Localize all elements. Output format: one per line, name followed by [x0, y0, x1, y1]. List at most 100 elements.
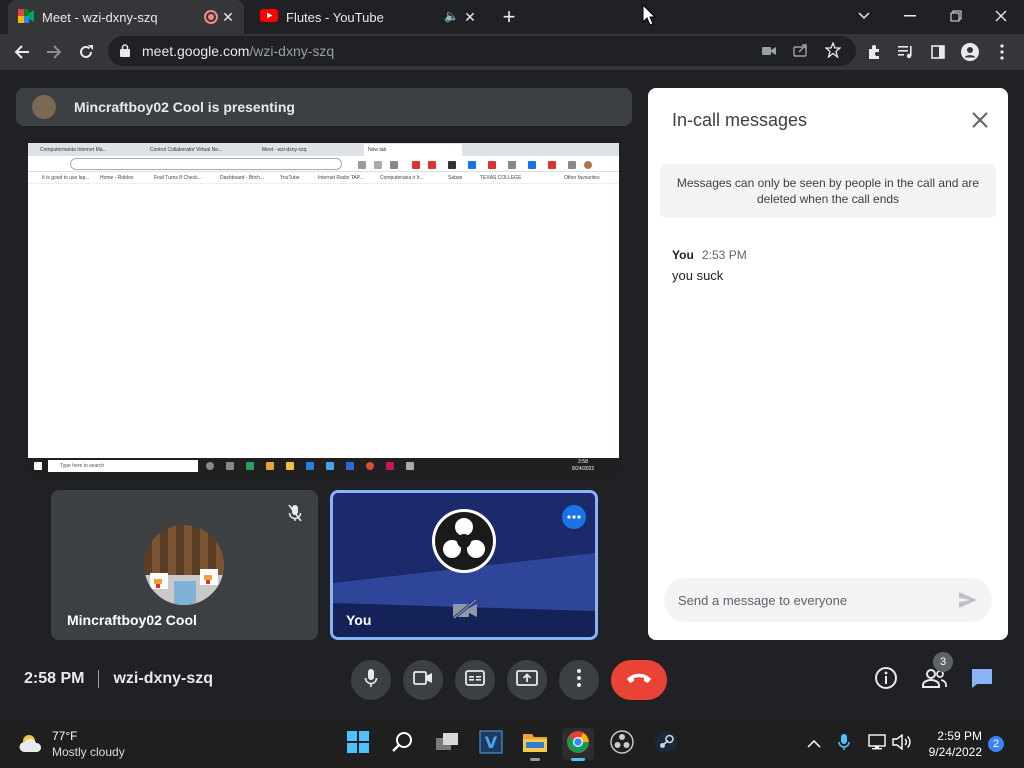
self-video-tile[interactable]: You [330, 490, 598, 640]
svg-text:V: V [485, 733, 498, 752]
taskbar-search-button[interactable] [387, 728, 419, 760]
presenting-banner: Mincraftboy02 Cool is presenting [16, 88, 632, 126]
running-indicator [530, 758, 540, 761]
start-button[interactable] [342, 728, 374, 760]
tab-youtube[interactable]: Flutes - YouTube 🔈 ✕ [250, 0, 486, 34]
volume-button[interactable] [890, 728, 914, 760]
video-camera-icon [413, 670, 433, 690]
divider [98, 670, 100, 688]
back-icon[interactable] [10, 40, 34, 64]
tab-meet[interactable]: Meet - wzi-dxny-szq ✕ [8, 0, 244, 34]
browser-menu-icon[interactable] [990, 40, 1014, 64]
captions-icon [465, 669, 485, 691]
people-count-badge: 3 [933, 652, 953, 672]
chat-icon [970, 666, 994, 695]
camera-button[interactable] [403, 660, 443, 700]
send-icon[interactable] [956, 588, 980, 612]
shared-ext-icon [412, 161, 420, 169]
info-icon [874, 666, 898, 695]
reload-icon[interactable] [74, 40, 98, 64]
mic-in-use-button[interactable] [832, 728, 856, 760]
speaker-icon [892, 733, 912, 755]
chat-panel: In-call messages Messages can only be se… [648, 88, 1008, 640]
network-button[interactable] [864, 728, 892, 760]
shared-task-icon [246, 462, 254, 470]
visual-studio-button[interactable]: V [475, 728, 507, 760]
shared-bookmark: Internet Radio TAP... [318, 175, 364, 181]
shared-bookmark: Other favourites [564, 175, 600, 181]
shared-windows-taskbar: Type here to search 2:58 9/24/2022 [28, 458, 619, 474]
address-bar[interactable]: meet.google.com/wzi-dxny-szq [108, 36, 856, 66]
chevron-up-icon [807, 735, 821, 753]
speaker-icon[interactable]: 🔈 [444, 9, 459, 23]
restore-icon[interactable] [944, 4, 968, 28]
shared-ext-icon [568, 161, 576, 169]
more-options-button[interactable] [559, 660, 599, 700]
shared-tab: Computermanta Internet Ma... [40, 147, 107, 153]
close-chat-icon[interactable] [968, 108, 992, 132]
taskbar-clock[interactable]: 2:59 PM 9/24/2022 [922, 728, 982, 760]
leave-call-button[interactable] [611, 660, 667, 700]
running-indicator [571, 758, 585, 761]
shared-tab: Control Collaborator Virtual Ne... [150, 147, 223, 153]
obs-button[interactable] [606, 728, 638, 760]
profile-avatar-icon[interactable] [958, 40, 982, 64]
shared-tab: New tab [364, 144, 462, 156]
shared-clock: 2:58 9/24/2022 [568, 459, 598, 473]
search-icon [392, 731, 414, 758]
shared-ext-icon [390, 161, 398, 169]
microphone-icon [364, 668, 378, 693]
meeting-time: 2:58 PM [24, 670, 85, 687]
shared-task-icon [366, 462, 374, 470]
network-icon [868, 733, 888, 755]
shared-bookmark: TEXAS COLLEGE [480, 175, 522, 181]
forward-icon[interactable] [42, 40, 66, 64]
visual-studio-icon: V [479, 730, 503, 759]
shared-ext-icon [548, 161, 556, 169]
partly-cloudy-icon [18, 732, 46, 756]
message-input[interactable] [678, 590, 938, 610]
shared-task-icon [326, 462, 334, 470]
task-view-button[interactable] [431, 728, 463, 760]
present-screen-icon [516, 669, 538, 691]
message-text: you suck [672, 268, 724, 283]
participant-name: Mincraftboy02 Cool [67, 612, 197, 628]
weather-desc: Mostly cloudy [52, 745, 125, 759]
clock-time: 2:59 PM [937, 729, 982, 743]
show-hidden-icons-button[interactable] [802, 728, 826, 760]
close-window-icon[interactable] [989, 4, 1013, 28]
meeting-details-button[interactable] [872, 666, 900, 694]
meet-favicon-icon [18, 8, 34, 26]
new-tab-icon[interactable]: + [497, 4, 521, 29]
captions-button[interactable] [455, 660, 495, 700]
close-tab-icon[interactable]: ✕ [220, 9, 236, 25]
steam-button[interactable] [650, 728, 682, 760]
side-panel-icon[interactable] [926, 40, 950, 64]
media-control-icon[interactable] [894, 40, 918, 64]
chrome-button[interactable] [562, 728, 594, 761]
more-options-icon[interactable] [562, 505, 586, 529]
present-screen-button[interactable] [507, 660, 547, 700]
browser-toolbar: meet.google.com/wzi-dxny-szq [0, 34, 1024, 70]
close-tab-icon[interactable]: ✕ [462, 9, 478, 25]
tab-title: Meet - wzi-dxny-szq [42, 9, 158, 25]
bookmark-star-icon[interactable] [824, 41, 842, 63]
message-time: 2:53 PM [702, 248, 747, 262]
task-view-icon [435, 732, 459, 757]
chat-title: In-call messages [672, 110, 808, 130]
camera-permission-icon[interactable] [762, 44, 776, 62]
microphone-button[interactable] [351, 660, 391, 700]
url-path: /wzi-dxny-szq [249, 43, 335, 59]
participant-tile[interactable]: Mincraftboy02 Cool [51, 490, 318, 640]
chat-button[interactable] [968, 666, 996, 694]
extensions-icon[interactable] [862, 40, 886, 64]
file-explorer-button[interactable] [519, 728, 551, 761]
weather-widget[interactable]: 77°F Mostly cloudy [18, 728, 125, 760]
shared-ext-icon [508, 161, 516, 169]
shared-start-icon [34, 462, 42, 470]
minimize-icon[interactable] [898, 4, 922, 28]
tab-search-chevron-icon[interactable] [852, 4, 876, 28]
notification-badge[interactable]: 2 [988, 736, 1004, 752]
share-icon[interactable] [793, 43, 809, 62]
weather-temp: 77°F [52, 729, 78, 743]
